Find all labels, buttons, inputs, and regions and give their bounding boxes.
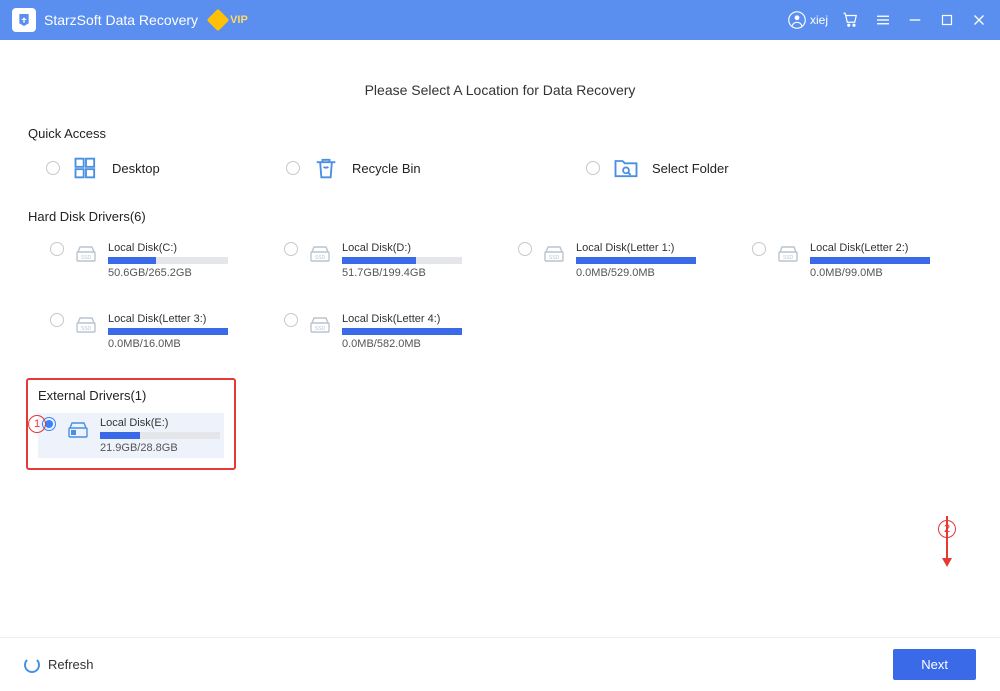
vip-label: VIP [230, 14, 248, 26]
qa-desktop-label: Desktop [112, 161, 160, 176]
folder-search-icon [612, 155, 640, 181]
drive-name: Local Disk(Letter 4:) [342, 313, 486, 325]
ssd-drive-icon: SSD [542, 242, 566, 264]
external-box: External Drivers(1) Local Disk(E:) 21.9GB… [26, 378, 236, 470]
annotation-1-label: 1 [28, 415, 46, 433]
user-account-button[interactable]: xiej [788, 11, 828, 29]
drive-usage-bar [342, 257, 462, 264]
radio-icon [518, 242, 532, 256]
maximize-button[interactable] [938, 11, 956, 29]
quick-access-label: Quick Access [28, 126, 972, 141]
annotation-1: 1 [28, 415, 46, 433]
svg-text:SSD: SSD [783, 255, 794, 261]
external-grid: Local Disk(E:) 21.9GB/28.8GB [38, 413, 224, 458]
minimize-button[interactable] [906, 11, 924, 29]
qa-selectfolder-label: Select Folder [652, 161, 729, 176]
close-button[interactable] [970, 11, 988, 29]
drive-usage-bar [810, 257, 930, 264]
radio-icon [50, 242, 64, 256]
page-title: Please Select A Location for Data Recove… [28, 82, 972, 98]
user-avatar-icon [788, 11, 806, 29]
main-content: Please Select A Location for Data Recove… [0, 40, 1000, 637]
radio-icon [46, 161, 60, 175]
drive-usage-bar [108, 328, 228, 335]
drive-usage-bar [576, 257, 696, 264]
drive-size: 21.9GB/28.8GB [100, 442, 220, 454]
svg-text:SSD: SSD [549, 255, 560, 261]
windows-icon [72, 155, 100, 181]
drive-name: Local Disk(Letter 1:) [576, 242, 720, 254]
svg-text:SSD: SSD [315, 326, 326, 332]
ssd-drive-icon: SSD [308, 313, 332, 335]
drive-item[interactable]: SSD Local Disk(D:) 51.7GB/199.4GB [280, 238, 490, 283]
next-button[interactable]: Next [893, 649, 976, 680]
radio-icon [286, 161, 300, 175]
drive-usage-bar [108, 257, 228, 264]
titlebar: StarzSoft Data Recovery VIP xiej [0, 0, 1000, 40]
external-label: External Drivers(1) [38, 388, 224, 403]
drive-item[interactable]: SSD Local Disk(Letter 4:) 0.0MB/582.0MB [280, 309, 490, 354]
radio-icon [284, 313, 298, 327]
vip-diamond-icon [207, 9, 230, 32]
ssd-drive-icon: SSD [74, 313, 98, 335]
refresh-spinner-icon [24, 657, 40, 673]
drive-usage-bar [100, 432, 220, 439]
annotation-arrow: 2 [942, 516, 952, 567]
quick-access-recycle-bin[interactable]: Recycle Bin [286, 155, 546, 181]
footer: Refresh Next [0, 637, 1000, 691]
menu-button[interactable] [874, 11, 892, 29]
hard-disk-grid: SSD Local Disk(C:) 50.6GB/265.2GB SSD Local … [28, 238, 972, 354]
drive-name: Local Disk(E:) [100, 417, 220, 429]
drive-size: 0.0MB/16.0MB [108, 338, 252, 350]
refresh-button[interactable]: Refresh [24, 657, 94, 673]
hard-disk-label: Hard Disk Drivers(6) [28, 209, 972, 224]
drive-name: Local Disk(Letter 2:) [810, 242, 954, 254]
cart-button[interactable] [842, 11, 860, 29]
drive-name: Local Disk(D:) [342, 242, 486, 254]
radio-icon [284, 242, 298, 256]
svg-text:SSD: SSD [81, 255, 92, 261]
radio-icon [752, 242, 766, 256]
quick-access-select-folder[interactable]: Select Folder [586, 155, 729, 181]
drive-usage-bar [342, 328, 462, 335]
ssd-drive-icon: SSD [74, 242, 98, 264]
ssd-drive-icon: SSD [776, 242, 800, 264]
drive-size: 51.7GB/199.4GB [342, 267, 486, 279]
drive-item[interactable]: Local Disk(E:) 21.9GB/28.8GB [38, 413, 224, 458]
app-title: StarzSoft Data Recovery [44, 12, 198, 28]
drive-item[interactable]: SSD Local Disk(Letter 2:) 0.0MB/99.0MB [748, 238, 958, 283]
quick-access-desktop[interactable]: Desktop [46, 155, 246, 181]
arrow-head-icon [942, 558, 952, 567]
ssd-drive-icon: SSD [308, 242, 332, 264]
radio-icon [586, 161, 600, 175]
refresh-label: Refresh [48, 657, 94, 672]
trash-icon [312, 155, 340, 181]
username-label: xiej [810, 13, 828, 27]
quick-access-row: Desktop Recycle Bin Select Folder [28, 155, 972, 181]
app-window: StarzSoft Data Recovery VIP xiej [0, 0, 1000, 691]
vip-badge: VIP [210, 12, 248, 28]
drive-name: Local Disk(C:) [108, 242, 252, 254]
annotation-2: 2 [938, 520, 956, 538]
drive-item[interactable]: SSD Local Disk(Letter 1:) 0.0MB/529.0MB [514, 238, 724, 283]
app-logo-icon [12, 8, 36, 32]
drive-size: 0.0MB/99.0MB [810, 267, 954, 279]
drive-size: 0.0MB/529.0MB [576, 267, 720, 279]
drive-name: Local Disk(Letter 3:) [108, 313, 252, 325]
radio-icon [50, 313, 64, 327]
qa-recyclebin-label: Recycle Bin [352, 161, 421, 176]
svg-text:SSD: SSD [315, 255, 326, 261]
external-drive-icon [66, 417, 90, 439]
drive-size: 0.0MB/582.0MB [342, 338, 486, 350]
annotation-2-label: 2 [938, 520, 956, 538]
drive-item[interactable]: SSD Local Disk(C:) 50.6GB/265.2GB [46, 238, 256, 283]
drive-size: 50.6GB/265.2GB [108, 267, 252, 279]
svg-text:SSD: SSD [81, 326, 92, 332]
drive-item[interactable]: SSD Local Disk(Letter 3:) 0.0MB/16.0MB [46, 309, 256, 354]
